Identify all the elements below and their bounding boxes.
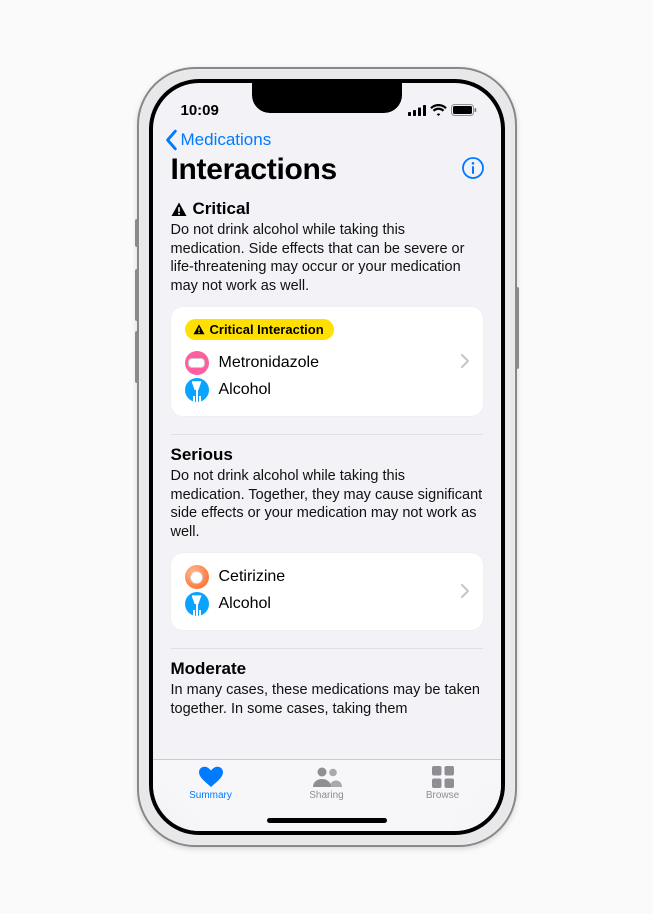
tab-label: Browse [426,790,459,801]
info-button[interactable] [461,156,485,185]
page-title: Interactions [171,153,337,187]
tab-sharing[interactable]: Sharing [282,766,372,801]
drug-name: Alcohol [219,381,271,399]
drug-name: Cetirizine [219,568,286,586]
volume-up-button [135,269,139,321]
section-header-critical: Critical [171,199,483,219]
interaction-card-serious[interactable]: Cetirizine Alcohol [171,553,483,630]
power-button [515,287,519,369]
section-header-serious: Serious [171,445,483,465]
chevron-right-icon [461,354,469,368]
grid-icon [432,766,454,788]
wifi-icon [430,104,447,116]
pill-icon [185,565,209,589]
interaction-card-critical[interactable]: Critical Interaction Metronidazole Alcoh… [171,307,483,416]
drug-row: Cetirizine [185,565,286,589]
drug-row: Alcohol [185,378,334,402]
phone-frame: 10:09 Medications Interactions [137,67,517,847]
critical-badge: Critical Interaction [185,319,334,340]
chevron-right-icon [461,584,469,598]
back-label: Medications [181,130,272,150]
badge-label: Critical Interaction [210,322,324,337]
section-title: Serious [171,445,233,465]
drug-name: Alcohol [219,595,271,613]
divider [171,434,483,435]
tab-label: Summary [189,790,232,801]
home-indicator[interactable] [267,818,387,823]
section-moderate: Moderate In many cases, these medication… [171,659,483,718]
section-desc: Do not drink alcohol while taking this m… [171,221,483,295]
section-serious: Serious Do not drink alcohol while takin… [171,445,483,649]
tab-summary[interactable]: Summary [166,766,256,801]
alcohol-icon [185,378,209,402]
volume-down-button [135,331,139,383]
section-title: Critical [193,199,251,219]
drug-name: Metronidazole [219,354,320,372]
content[interactable]: Critical Do not drink alcohol while taki… [153,193,501,759]
people-icon [312,766,342,788]
drug-row: Alcohol [185,592,286,616]
section-header-moderate: Moderate [171,659,483,679]
warning-triangle-icon [171,202,187,217]
alcohol-icon [185,592,209,616]
mute-switch [135,219,139,247]
info-icon [461,156,485,180]
heart-icon [198,766,224,788]
warning-triangle-icon [193,324,205,335]
chevron-left-icon [163,129,181,151]
tab-browse[interactable]: Browse [398,766,488,801]
pill-icon [185,351,209,375]
drug-row: Metronidazole [185,351,334,375]
title-row: Interactions [153,153,501,193]
tab-label: Sharing [309,790,343,801]
notch [252,83,402,113]
status-time: 10:09 [181,102,219,119]
section-critical: Critical Do not drink alcohol while taki… [171,199,483,435]
nav-bar: Medications [153,129,501,153]
section-desc: In many cases, these medications may be … [171,681,483,718]
divider [171,648,483,649]
section-title: Moderate [171,659,247,679]
back-button[interactable]: Medications [163,129,485,151]
section-desc: Do not drink alcohol while taking this m… [171,467,483,541]
battery-icon [451,104,477,116]
screen: 10:09 Medications Interactions [153,83,501,831]
signal-icon [408,105,426,116]
